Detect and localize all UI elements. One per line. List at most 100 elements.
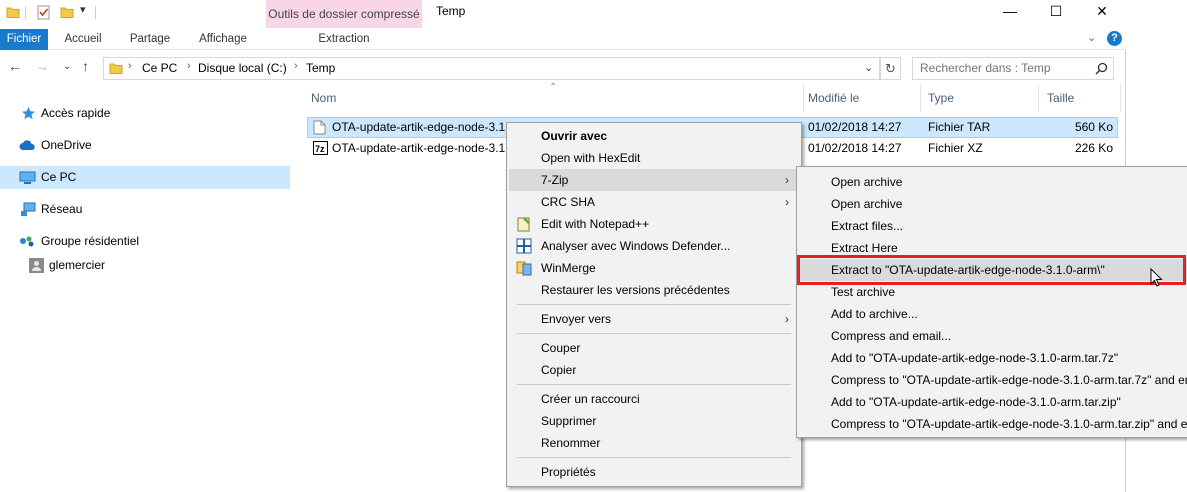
highlight-annotation-box — [797, 255, 1186, 285]
mouse-cursor-icon — [1150, 268, 1163, 287]
7zip-item-open-archive-2[interactable]: Open archive — [799, 193, 1187, 215]
menu-separator — [517, 457, 791, 458]
file-modified: 01/02/2018 14:27 — [808, 120, 902, 134]
column-header-taille[interactable]: Taille — [1041, 84, 1121, 112]
navigation-pane: Accès rapide OneDrive Ce PC Réseau Group… — [0, 88, 291, 492]
menu-item-label: Propriétés — [541, 465, 596, 479]
ribbon-tabs: Fichier Accueil Partage Affichage Extrac… — [0, 29, 1126, 50]
winmerge-icon — [516, 261, 532, 276]
menu-item-renommer[interactable]: Renommer — [509, 432, 799, 454]
nav-label: Réseau — [41, 202, 83, 216]
tab-affichage[interactable]: Affichage — [186, 29, 260, 50]
search-input[interactable] — [920, 61, 1090, 75]
7zip-item-compress-7z-email[interactable]: Compress to "OTA-update-artik-edge-node-… — [799, 369, 1187, 391]
submenu-arrow-icon: › — [785, 195, 789, 209]
crumb-separator-icon[interactable]: › — [187, 60, 191, 72]
properties-check-icon[interactable] — [37, 5, 51, 20]
file-modified: 01/02/2018 14:27 — [808, 141, 902, 155]
back-arrow-icon[interactable]: ← — [8, 58, 22, 74]
submenu-7zip: Open archive Open archive Extract files.… — [796, 166, 1187, 438]
menu-item-edit-with-notepadpp[interactable]: Edit with Notepad++ — [509, 213, 799, 235]
close-button[interactable]: ✕ — [1079, 0, 1125, 24]
breadcrumb-temp[interactable]: Temp — [306, 61, 335, 75]
menu-item-restaurer-versions[interactable]: Restaurer les versions précédentes — [509, 279, 799, 301]
title-bar: ▾ Outils de dossier compressé Temp — ☐ ✕ — [0, 0, 1126, 29]
menu-item-creer-raccourci[interactable]: Créer un raccourci — [509, 388, 799, 410]
menu-item-label: Compress to "OTA-update-artik-edge-node-… — [831, 373, 1187, 387]
computer-icon — [19, 171, 36, 184]
address-dropdown-icon[interactable]: ⌄ — [864, 61, 873, 74]
cloud-icon — [19, 140, 35, 150]
notepadpp-icon — [517, 217, 530, 232]
menu-item-label: Créer un raccourci — [541, 392, 640, 406]
help-icon[interactable]: ? — [1107, 31, 1122, 46]
column-header-type[interactable]: Type — [922, 84, 1039, 112]
menu-item-ouvrir-avec[interactable]: Ouvrir avec — [509, 125, 799, 147]
menu-item-copier[interactable]: Copier — [509, 359, 799, 381]
nav-label: Groupe résidentiel — [41, 234, 140, 248]
nav-label: glemercier — [49, 258, 106, 272]
context-menu: Ouvrir avec Open with HexEdit 7-Zip › CR… — [506, 122, 802, 487]
menu-item-7zip[interactable]: 7-Zip › — [509, 169, 799, 191]
nav-item-glemercier[interactable]: glemercier — [0, 254, 290, 277]
new-folder-icon[interactable] — [60, 5, 74, 19]
menu-item-crc-sha[interactable]: CRC SHA › — [509, 191, 799, 213]
menu-item-winmerge[interactable]: WinMerge — [509, 257, 799, 279]
expand-ribbon-icon[interactable]: ⌄ — [1087, 31, 1096, 44]
menu-item-supprimer[interactable]: Supprimer — [509, 410, 799, 432]
nav-label: OneDrive — [41, 138, 92, 152]
7zip-item-compress-and-email[interactable]: Compress and email... — [799, 325, 1187, 347]
menu-item-label: Supprimer — [541, 414, 597, 428]
7zip-item-add-to-archive[interactable]: Add to archive... — [799, 303, 1187, 325]
7zip-item-add-to-7z[interactable]: Add to "OTA-update-artik-edge-node-3.1.0… — [799, 347, 1187, 369]
menu-item-label: Open with HexEdit — [541, 151, 641, 165]
breadcrumb-disque-local[interactable]: Disque local (C:) — [198, 61, 287, 75]
customize-toolbar-icon[interactable]: ▾ — [80, 3, 86, 16]
refresh-button[interactable]: ↻ — [880, 57, 901, 80]
forward-arrow-icon[interactable]: → — [35, 58, 49, 74]
address-bar[interactable]: › Ce PC › Disque local (C:) › Temp ⌄ — [103, 57, 880, 80]
7zip-item-extract-files[interactable]: Extract files... — [799, 215, 1187, 237]
menu-item-label: Compress and email... — [831, 329, 952, 343]
recent-locations-icon[interactable]: ⌄ — [63, 61, 71, 72]
7zip-item-compress-zip-email[interactable]: Compress to "OTA-update-artik-edge-node-… — [799, 413, 1187, 435]
column-header-nom[interactable]: Nom — [305, 84, 804, 112]
address-row: ← → ⌄ ↑ › Ce PC › Disque local (C:) › Te… — [0, 52, 1126, 82]
breadcrumb-ce-pc[interactable]: Ce PC — [142, 61, 177, 75]
minimize-button[interactable]: — — [987, 0, 1033, 24]
menu-item-open-with-hexedit[interactable]: Open with HexEdit — [509, 147, 799, 169]
maximize-button[interactable]: ☐ — [1033, 0, 1079, 24]
tab-partage[interactable]: Partage — [118, 29, 182, 50]
star-icon — [22, 107, 35, 120]
menu-item-label: Envoyer vers — [541, 312, 612, 326]
nav-item-acces-rapide[interactable]: Accès rapide — [0, 102, 290, 125]
tab-accueil[interactable]: Accueil — [52, 29, 114, 50]
maximize-icon: ☐ — [1049, 3, 1063, 19]
menu-item-windows-defender[interactable]: Analyser avec Windows Defender... — [509, 235, 799, 257]
qa-divider — [25, 6, 26, 19]
submenu-arrow-icon: › — [785, 312, 789, 326]
nav-item-reseau[interactable]: Réseau — [0, 198, 290, 221]
crumb-separator-icon[interactable]: › — [294, 60, 298, 72]
menu-item-couper[interactable]: Couper — [509, 337, 799, 359]
nav-item-onedrive[interactable]: OneDrive — [0, 134, 290, 157]
menu-item-label: Renommer — [541, 436, 601, 450]
file-size: 560 Ko — [1074, 120, 1113, 134]
7zip-item-add-to-zip[interactable]: Add to "OTA-update-artik-edge-node-3.1.0… — [799, 391, 1187, 413]
nav-item-ce-pc[interactable]: Ce PC — [0, 166, 290, 189]
tab-extraction[interactable]: Extraction — [266, 29, 422, 50]
window-title: Temp — [436, 4, 466, 18]
search-box[interactable] — [912, 57, 1114, 80]
nav-item-groupe-residentiel[interactable]: Groupe résidentiel — [0, 230, 290, 253]
tab-fichier[interactable]: Fichier — [0, 29, 48, 50]
folder-icon[interactable] — [6, 5, 20, 19]
menu-item-label: Analyser avec Windows Defender... — [541, 239, 731, 253]
compressed-folder-tools-title: Outils de dossier compressé — [266, 0, 422, 28]
menu-separator — [517, 333, 791, 334]
up-arrow-icon[interactable]: ↑ — [82, 58, 89, 74]
menu-item-envoyer-vers[interactable]: Envoyer vers › — [509, 308, 799, 330]
column-header-modifie-le[interactable]: Modifié le — [802, 84, 921, 112]
menu-item-proprietes[interactable]: Propriétés — [509, 461, 799, 483]
7zip-item-open-archive[interactable]: Open archive — [799, 171, 1187, 193]
menu-item-label: Add to archive... — [831, 307, 918, 321]
